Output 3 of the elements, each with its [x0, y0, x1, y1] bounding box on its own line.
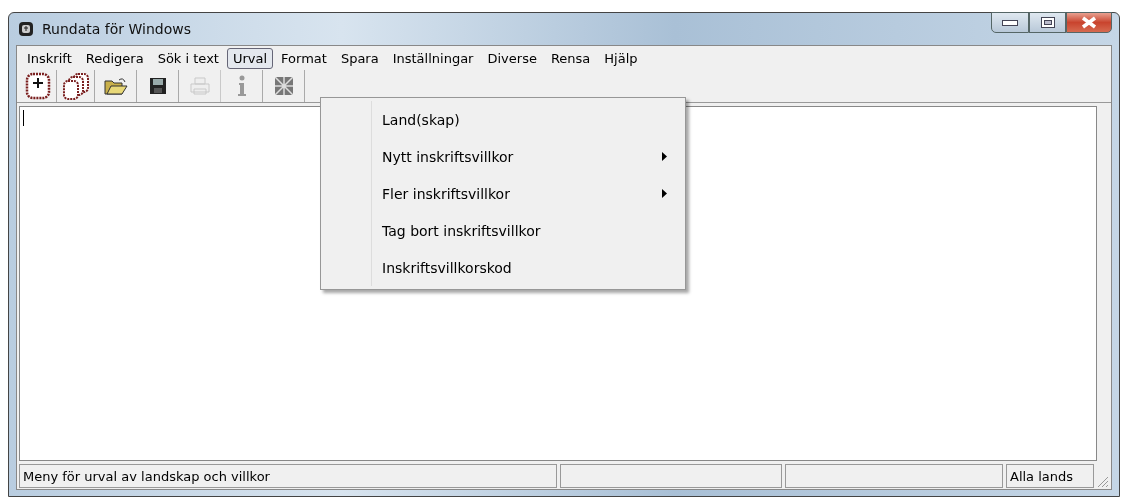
status-message: Meny för urval av landskap och villkor: [19, 464, 557, 488]
status-indicator: Alla lands: [1006, 464, 1094, 488]
window-title: Rundata för Windows: [42, 21, 192, 37]
